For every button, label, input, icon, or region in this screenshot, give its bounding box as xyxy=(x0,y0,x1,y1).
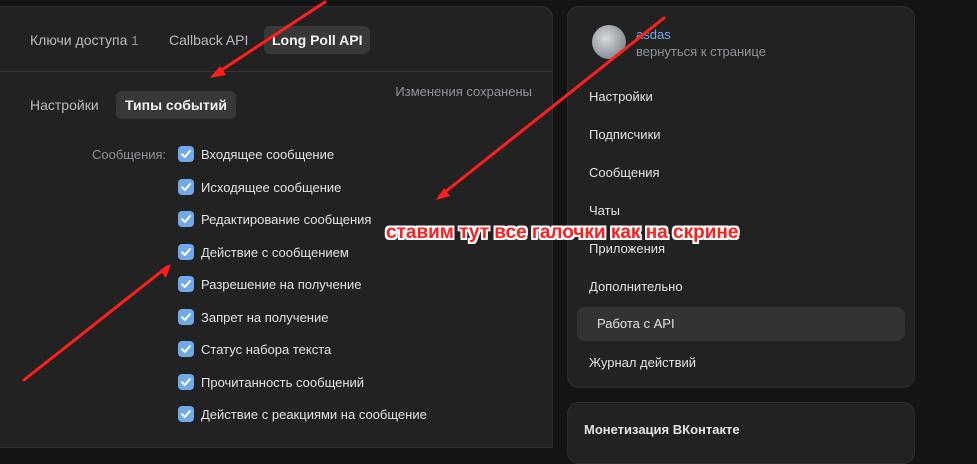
checkbox-checked-icon[interactable] xyxy=(178,276,194,292)
checkbox-checked-icon[interactable] xyxy=(178,179,194,195)
back-to-page-link[interactable]: вернуться к странице xyxy=(636,44,766,59)
sidebar-item-messages[interactable]: Сообщения xyxy=(577,156,905,190)
event-message-read[interactable]: Прочитанность сообщений xyxy=(178,372,364,392)
annotation-text: ставим тут все галочки как на скрине xyxy=(386,222,739,243)
event-label: Действие с реакциями на сообщение xyxy=(201,406,427,422)
sidebar-item-advanced[interactable]: Дополнительно xyxy=(577,270,905,304)
checkbox-checked-icon[interactable] xyxy=(178,146,194,162)
subtab-settings[interactable]: Настройки xyxy=(21,91,108,119)
checkbox-checked-icon[interactable] xyxy=(178,244,194,260)
event-message-action[interactable]: Действие с сообщением xyxy=(178,242,349,262)
tab-access-keys-count: 1 xyxy=(131,33,139,48)
checkbox-checked-icon[interactable] xyxy=(178,406,194,422)
monetization-card: Монетизация ВКонтакте xyxy=(567,402,915,464)
event-incoming-message[interactable]: Входящее сообщение xyxy=(178,144,334,164)
event-message-edit[interactable]: Редактирование сообщения xyxy=(178,209,371,229)
sidebar-item-action-log[interactable]: Журнал действий xyxy=(577,346,905,380)
checkbox-checked-icon[interactable] xyxy=(178,374,194,390)
event-label: Прочитанность сообщений xyxy=(201,374,365,390)
event-label: Исходящее сообщение xyxy=(201,179,342,195)
event-message-deny[interactable]: Запрет на получение xyxy=(178,307,328,327)
tab-long-poll-api[interactable]: Long Poll API xyxy=(264,26,371,54)
messages-group-label: Сообщения: xyxy=(92,147,167,162)
event-label: Разрешение на получение xyxy=(201,276,362,292)
monetization-title[interactable]: Монетизация ВКонтакте xyxy=(584,422,740,437)
api-tabs: Ключи доступа 1 Callback API Long Poll AP… xyxy=(0,7,552,72)
sidebar-item-subscribers[interactable]: Подписчики xyxy=(577,118,905,152)
avatar[interactable] xyxy=(592,25,626,59)
event-outgoing-message[interactable]: Исходящее сообщение xyxy=(178,177,341,197)
event-label: Запрет на получение xyxy=(201,309,329,325)
community-menu-card: asdas вернуться к странице Настройки Под… xyxy=(567,6,915,388)
event-label: Редактирование сообщения xyxy=(201,211,372,227)
sidebar-item-api[interactable]: Работа с API xyxy=(577,307,905,341)
checkbox-checked-icon[interactable] xyxy=(178,341,194,357)
event-typing-state[interactable]: Статус набора текста xyxy=(178,339,331,359)
checkbox-checked-icon[interactable] xyxy=(178,211,194,227)
sidebar-item-settings[interactable]: Настройки xyxy=(577,80,905,114)
event-message-allow[interactable]: Разрешение на получение xyxy=(178,274,361,294)
tab-access-keys-label: Ключи доступа xyxy=(30,32,128,48)
event-message-reaction[interactable]: Действие с реакциями на сообщение xyxy=(178,404,427,424)
event-label: Входящее сообщение xyxy=(201,146,335,162)
subtab-event-types[interactable]: Типы событий xyxy=(116,91,236,119)
checkbox-checked-icon[interactable] xyxy=(178,309,194,325)
event-label: Статус набора текста xyxy=(201,341,332,357)
tab-callback-api[interactable]: Callback API xyxy=(161,26,256,54)
saved-status: Изменения сохранены xyxy=(395,84,532,99)
event-label: Действие с сообщением xyxy=(201,244,349,260)
group-name-link[interactable]: asdas xyxy=(636,27,671,42)
tab-access-keys[interactable]: Ключи доступа 1 xyxy=(22,26,147,54)
